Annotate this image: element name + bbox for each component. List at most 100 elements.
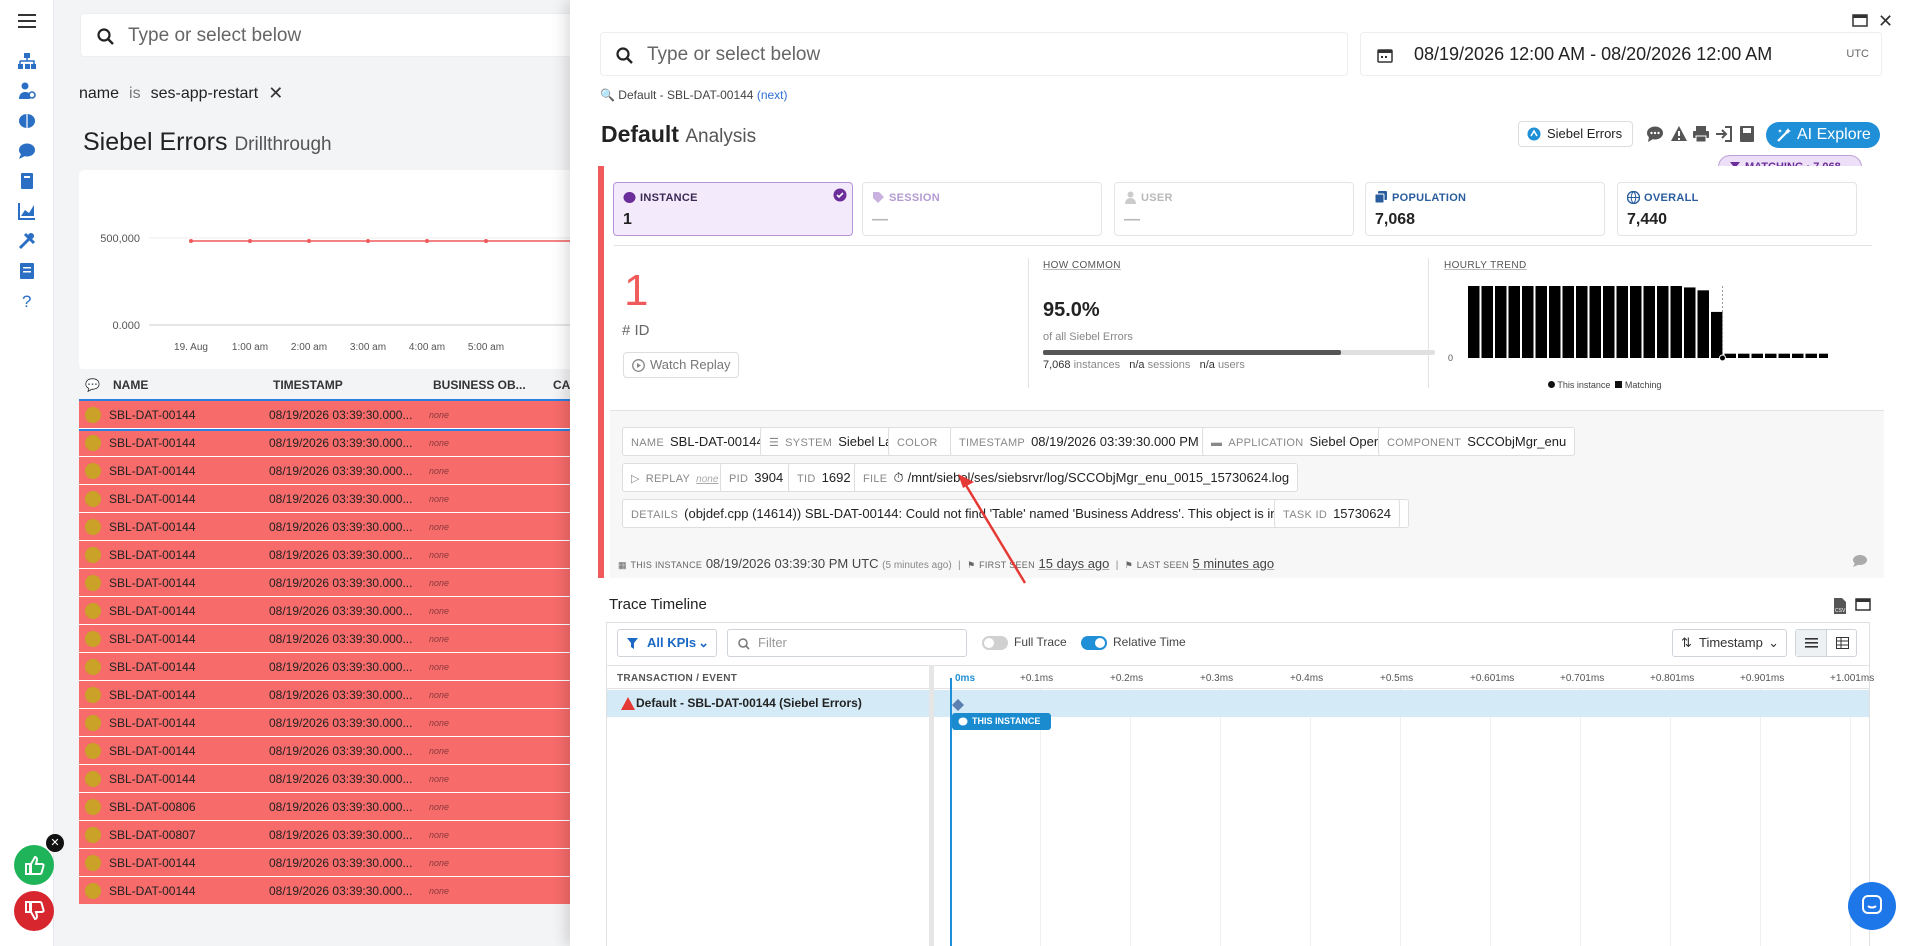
flag-icon: ⚑ xyxy=(1124,560,1134,570)
csv-export-icon[interactable]: CSV xyxy=(1832,597,1848,615)
thumbs-up-button[interactable] xyxy=(14,845,54,885)
table-row[interactable]: SBL-DAT-00144 08/19/2026 03:39:30.000... n… xyxy=(79,709,579,737)
user-gear-icon[interactable] xyxy=(17,81,37,101)
server-icon: ☰ xyxy=(769,437,780,449)
panel-search-box[interactable]: Type or select below xyxy=(600,32,1348,76)
detail-tid[interactable]: TID 1692 xyxy=(788,463,860,492)
table-row[interactable]: SBL-DAT-00144 08/19/2026 03:39:30.000... n… xyxy=(79,849,579,877)
kpi-population[interactable]: POPULATION 7,068 xyxy=(1365,182,1605,236)
stat-instances[interactable]: 7,068 xyxy=(1043,359,1071,371)
table-row[interactable]: SBL-DAT-00144 08/19/2026 03:39:30.000... n… xyxy=(79,569,579,597)
book-icon[interactable] xyxy=(17,261,37,281)
hierarchy-icon[interactable] xyxy=(17,51,37,71)
ai-explore-button[interactable]: AI Explore xyxy=(1766,122,1880,148)
divider xyxy=(1028,258,1029,388)
pane-splitter[interactable] xyxy=(929,665,934,946)
col-business-object[interactable]: BUSINESS OB... xyxy=(433,378,553,392)
footer-last-seen[interactable]: 5 minutes ago xyxy=(1192,556,1274,571)
breadcrumb-next-link[interactable]: (next) xyxy=(757,88,788,102)
table-row[interactable]: SBL-DAT-00144 08/19/2026 03:39:30.000... n… xyxy=(79,541,579,569)
kpi-user[interactable]: USER — xyxy=(1114,182,1354,236)
main-search-box[interactable]: Type or select below xyxy=(80,13,580,57)
stat-sessions[interactable]: n/a xyxy=(1129,359,1144,371)
tools-icon[interactable] xyxy=(17,231,37,251)
col-timestamp[interactable]: TIMESTAMP xyxy=(273,378,433,392)
comment-dot-icon xyxy=(85,658,101,675)
relative-time-toggle[interactable] xyxy=(1081,636,1107,650)
table-row[interactable]: SBL-DAT-00144 08/19/2026 03:39:30.000... n… xyxy=(79,625,579,653)
trace-filter-input[interactable]: Filter xyxy=(727,629,967,657)
close-panel-icon[interactable]: ✕ xyxy=(1878,11,1893,32)
full-trace-toggle[interactable] xyxy=(982,636,1008,650)
thumbs-down-button[interactable] xyxy=(14,891,54,931)
bookmark-icon[interactable] xyxy=(17,171,37,191)
kpi-selector-button[interactable]: Siebel Errors xyxy=(1518,121,1634,147)
table-row[interactable]: SBL-DAT-00144 08/19/2026 03:39:30.000... n… xyxy=(79,737,579,765)
col-ca[interactable]: CA xyxy=(553,378,570,392)
chat-bubble-icon[interactable] xyxy=(17,141,37,161)
hamburger-menu-icon[interactable] xyxy=(17,11,37,31)
detail-file[interactable]: FILE ⏱/mnt/siebel/ses/siebsrvr/log/SCCObj… xyxy=(854,463,1299,492)
chat-comment-icon[interactable] xyxy=(1852,554,1868,568)
detail-name[interactable]: NAME SBL-DAT-00144 xyxy=(622,427,773,456)
kpi-session[interactable]: SESSION — xyxy=(862,182,1102,236)
footer-first-seen[interactable]: 15 days ago xyxy=(1039,556,1110,571)
timeline-row[interactable]: Default - SBL-DAT-00144 (Siebel Errors) xyxy=(607,690,1869,717)
kpi-overall[interactable]: OVERALL 7,440 xyxy=(1617,182,1857,236)
detail-application[interactable]: ▬ APPLICATION Siebel OpenUI xyxy=(1202,427,1404,456)
comment-dot-icon xyxy=(85,518,101,535)
table-row[interactable]: SBL-DAT-00144 08/19/2026 03:39:30.000... n… xyxy=(79,457,579,485)
trend-bar xyxy=(1643,286,1655,358)
table-row[interactable]: SBL-DAT-00144 08/19/2026 03:39:30.000... n… xyxy=(79,485,579,513)
kpi-filter-dropdown[interactable]: All KPIs ⌄ xyxy=(617,629,717,657)
support-chat-button[interactable] xyxy=(1848,882,1896,930)
list-view-button[interactable] xyxy=(1796,630,1827,656)
chart-area-icon[interactable] xyxy=(17,201,37,221)
table-row[interactable]: SBL-DAT-00144 08/19/2026 03:39:30.000... n… xyxy=(79,513,579,541)
sort-dropdown[interactable]: ⇅ Timestamp ⌄ xyxy=(1672,629,1787,657)
detail-pid[interactable]: PID 3904 xyxy=(720,463,793,492)
brain-icon[interactable] xyxy=(17,111,37,131)
timeline-tick: +0.701ms xyxy=(1560,673,1605,684)
legend-instance-label: This instance xyxy=(1557,380,1611,390)
remove-filter-icon[interactable]: ✕ xyxy=(268,83,283,104)
detail-timestamp[interactable]: TIMESTAMP 08/19/2026 03:39:30.000 PM UTC xyxy=(950,427,1239,456)
chat-icon xyxy=(1862,895,1882,914)
table-row[interactable]: SBL-DAT-00144 08/19/2026 03:39:30.000... n… xyxy=(79,399,579,431)
detail-color[interactable]: COLOR xyxy=(888,427,953,456)
watch-replay-button[interactable]: Watch Replay xyxy=(623,352,739,378)
table-row[interactable]: SBL-DAT-00144 08/19/2026 03:39:30.000... n… xyxy=(79,877,579,904)
table-row[interactable]: SBL-DAT-00144 08/19/2026 03:39:30.000... n… xyxy=(79,765,579,793)
maximize-icon[interactable] xyxy=(1852,14,1868,28)
maximize-icon[interactable] xyxy=(1855,598,1871,612)
table-row[interactable]: SBL-DAT-00144 08/19/2026 03:39:30.000... n… xyxy=(79,681,579,709)
how-common-subtitle: of all Siebel Errors xyxy=(1043,331,1133,343)
detail-tid-key: TID xyxy=(797,473,816,485)
close-feedback-icon[interactable]: ✕ xyxy=(46,834,64,852)
sign-in-icon[interactable] xyxy=(1715,125,1733,143)
table-row[interactable]: SBL-DAT-00807 08/19/2026 03:39:30.000... n… xyxy=(79,821,579,849)
event-marker[interactable] xyxy=(952,699,964,711)
detail-system[interactable]: ☰ SYSTEM Siebel Lab xyxy=(760,427,909,456)
table-row[interactable]: SBL-DAT-00806 08/19/2026 03:39:30.000... n… xyxy=(79,793,579,821)
stopwatch-icon[interactable]: ⏱ xyxy=(893,470,903,485)
table-row[interactable]: SBL-DAT-00144 08/19/2026 03:39:30.000... n… xyxy=(79,597,579,625)
warning-icon[interactable] xyxy=(1670,125,1688,143)
table-row[interactable]: SBL-DAT-00144 08/19/2026 03:39:30.000... n… xyxy=(79,429,579,457)
comment-col-icon[interactable]: 💬 xyxy=(79,378,113,392)
stat-users[interactable]: n/a xyxy=(1200,359,1215,371)
page-title-text: Siebel Errors xyxy=(83,128,228,156)
kpi-instance[interactable]: INSTANCE 1 xyxy=(613,182,853,236)
date-range-picker[interactable]: 08/19/2026 12:00 AM - 08/20/2026 12:00 A… xyxy=(1360,32,1882,76)
save-icon[interactable] xyxy=(1738,125,1756,143)
help-icon[interactable]: ? xyxy=(17,291,37,311)
print-icon[interactable] xyxy=(1692,125,1710,143)
detail-replay[interactable]: ▷ REPLAY none xyxy=(622,463,728,492)
active-filter: name is ses-app-restart ✕ xyxy=(79,83,283,104)
detail-component[interactable]: COMPONENT SCCObjMgr_enu xyxy=(1378,427,1576,456)
comment-icon[interactable] xyxy=(1646,125,1664,143)
table-view-button[interactable] xyxy=(1828,630,1857,656)
table-row[interactable]: SBL-DAT-00144 08/19/2026 03:39:30.000... n… xyxy=(79,653,579,681)
col-name[interactable]: NAME xyxy=(113,378,273,392)
detail-task-id[interactable]: TASK ID 15730624 xyxy=(1274,499,1400,528)
